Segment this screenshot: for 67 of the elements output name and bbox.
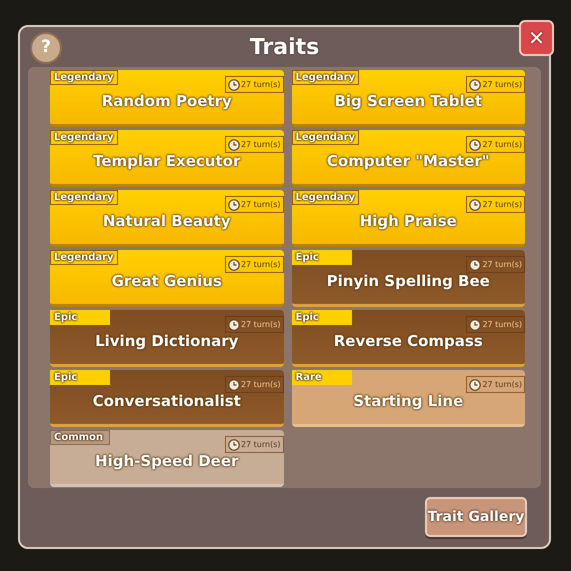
rarity-tag: Epic	[292, 250, 352, 265]
clock-icon	[469, 198, 482, 210]
trait-name: Pinyin Spelling Bee	[326, 271, 491, 292]
trait-card[interactable]: Legendary 27 turn(s) Templar Executor	[50, 130, 284, 187]
turns-label: 27 turn(s)	[240, 318, 280, 330]
rarity-tag: Epic	[50, 370, 110, 385]
turns-label: 27 turn(s)	[482, 78, 522, 90]
trait-card[interactable]: Rare 27 turn(s) Starting Line	[292, 370, 525, 427]
trait-name: Natural Beauty	[102, 211, 232, 232]
clock-icon	[469, 138, 482, 150]
turns-label: 27 turn(s)	[482, 318, 522, 330]
turns-label: 27 turn(s)	[240, 438, 280, 450]
trait-name: Reverse Compass	[332, 331, 484, 352]
turns-label: 27 turn(s)	[240, 378, 280, 390]
turns-label: 27 turn(s)	[240, 258, 280, 270]
trait-name: Starting Line	[352, 391, 464, 412]
trait-name: Great Genius	[110, 271, 223, 292]
turns-label: 27 turn(s)	[240, 138, 280, 150]
trait-card[interactable]: Legendary 27 turn(s) Natural Beauty	[50, 190, 284, 247]
trait-card[interactable]: Legendary 27 turn(s) High Praise	[292, 190, 525, 247]
rarity-tag: Epic	[50, 310, 110, 325]
turns-label: 27 turn(s)	[482, 258, 522, 270]
rarity-tag: Legendary	[292, 130, 360, 145]
clock-icon	[228, 258, 240, 270]
clock-icon	[228, 438, 240, 450]
trait-name: Conversationalist	[92, 391, 242, 412]
trait-name: High Praise	[358, 211, 458, 232]
trait-card[interactable]: Epic 27 turn(s) Pinyin Spelling Bee	[292, 250, 525, 307]
trait-card[interactable]: Epic 27 turn(s) Reverse Compass	[292, 310, 525, 367]
dialog-title: Traits	[250, 34, 320, 62]
clock-icon	[228, 198, 240, 210]
clock-icon	[469, 258, 482, 270]
turns-label: 27 turn(s)	[482, 378, 522, 390]
trait-name: Big Screen Tablet	[333, 91, 484, 112]
rarity-tag: Legendary	[292, 190, 360, 205]
turns-label: 27 turn(s)	[240, 78, 280, 90]
turns-label: 27 turn(s)	[482, 138, 522, 150]
clock-icon	[228, 318, 240, 330]
rarity-tag: Rare	[292, 370, 352, 385]
rarity-tag: Legendary	[50, 130, 118, 145]
rarity-tag: Common	[50, 430, 110, 445]
trait-card[interactable]: Common 27 turn(s) High-Speed Deer	[50, 430, 284, 487]
rarity-tag: Epic	[292, 310, 352, 325]
turns-label: 27 turn(s)	[240, 198, 280, 210]
trait-name: Computer "Master"	[326, 151, 491, 172]
trait-card[interactable]: Legendary 27 turn(s) Random Poetry	[50, 70, 284, 127]
trait-name: Templar Executor	[92, 151, 242, 172]
trait-name: Random Poetry	[100, 91, 233, 112]
rarity-tag: Legendary	[292, 70, 360, 85]
close-button[interactable]: ✕	[519, 20, 554, 56]
turns-label: 27 turn(s)	[482, 198, 522, 210]
clock-icon	[469, 78, 482, 90]
clock-icon	[228, 138, 240, 150]
trait-name: Living Dictionary	[94, 331, 240, 352]
trait-card[interactable]: Legendary 27 turn(s) Big Screen Tablet	[292, 70, 525, 127]
clock-icon	[228, 78, 240, 90]
clock-icon	[228, 378, 240, 390]
trait-card[interactable]: Legendary 27 turn(s) Great Genius	[50, 250, 284, 307]
rarity-tag: Legendary	[50, 250, 118, 265]
clock-icon	[469, 378, 482, 390]
trait-card[interactable]: Legendary 27 turn(s) Computer "Master"	[292, 130, 525, 187]
trait-card[interactable]: Epic 27 turn(s) Living Dictionary	[50, 310, 284, 367]
clock-icon	[469, 318, 482, 330]
trait-name: High-Speed Deer	[94, 451, 240, 472]
trait-card[interactable]: Epic 27 turn(s) Conversationalist	[50, 370, 284, 427]
rarity-tag: Legendary	[50, 190, 118, 205]
rarity-tag: Legendary	[50, 70, 118, 85]
